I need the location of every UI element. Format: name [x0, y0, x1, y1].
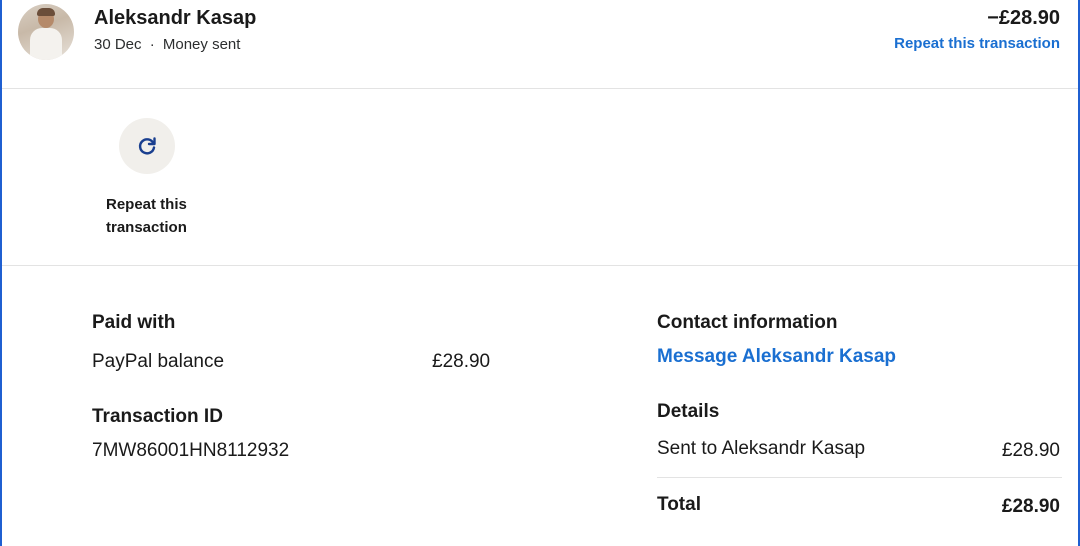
- transaction-subline: 30 Dec · Money sent: [94, 36, 240, 53]
- repeat-transaction-button[interactable]: [119, 118, 175, 174]
- sent-amount: £28.90: [1001, 440, 1060, 461]
- details-heading: Details: [657, 401, 720, 422]
- transaction-type: Money sent: [162, 36, 241, 53]
- subline-separator: ·: [149, 36, 155, 53]
- transaction-header: Aleksandr Kasap 30 Dec · Money sent −£28…: [2, 0, 1078, 89]
- refresh-icon: [138, 137, 156, 155]
- payment-amount: £28.90: [432, 351, 491, 372]
- message-contact-link[interactable]: Message Aleksandr Kasap: [657, 346, 896, 368]
- recipient-name: Aleksandr Kasap: [94, 7, 257, 29]
- repeat-transaction-link[interactable]: Repeat this transaction: [894, 35, 1060, 52]
- avatar: [18, 4, 74, 60]
- details-divider: [657, 477, 1062, 478]
- actions-section: Repeat this transaction: [2, 89, 1078, 266]
- details-section: Paid with PayPal balance £28.90 Transact…: [2, 266, 1078, 546]
- transaction-amount: −£28.90: [987, 7, 1060, 29]
- transaction-detail-panel: Aleksandr Kasap 30 Dec · Money sent −£28…: [0, 0, 1080, 546]
- transaction-date: 30 Dec: [94, 36, 142, 53]
- sent-to-label: Sent to Aleksandr Kasap: [657, 438, 866, 459]
- repeat-transaction-label[interactable]: Repeat this transaction: [96, 193, 200, 239]
- total-label: Total: [657, 494, 701, 515]
- paid-with-heading: Paid with: [92, 312, 176, 333]
- transaction-id-heading: Transaction ID: [92, 406, 223, 427]
- payment-method: PayPal balance: [92, 351, 225, 372]
- total-amount: £28.90: [1001, 496, 1060, 517]
- contact-information-heading: Contact information: [657, 312, 838, 333]
- transaction-id: 7MW86001HN8112932: [92, 440, 290, 461]
